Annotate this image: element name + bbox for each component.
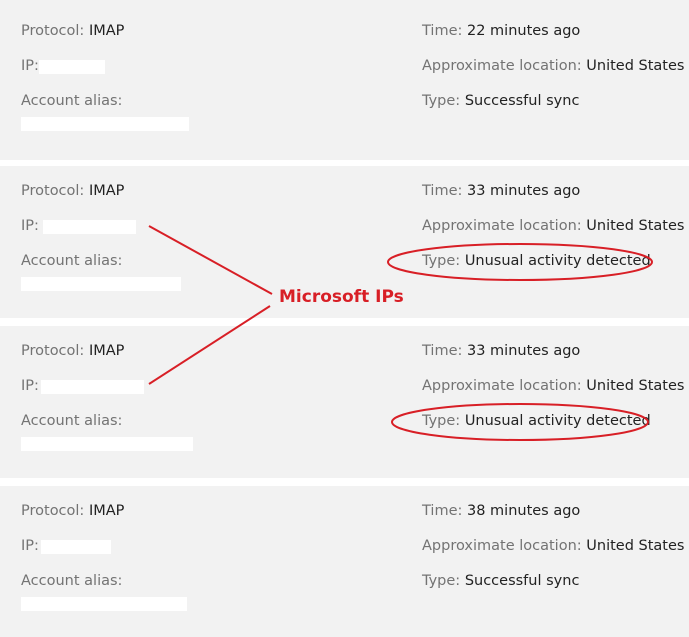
activity-entry[interactable]: Protocol: IMAP IP: Account alias: Time: … bbox=[0, 326, 689, 478]
protocol-row: Protocol: IMAP bbox=[21, 182, 124, 200]
time-value: 33 minutes ago bbox=[466, 343, 581, 359]
protocol-value: IMAP bbox=[88, 23, 125, 39]
account-alias-label: Account alias: bbox=[21, 413, 123, 429]
ip-redaction bbox=[39, 60, 105, 74]
ip-row: IP: bbox=[21, 57, 39, 75]
time-label: Time: bbox=[422, 503, 463, 519]
ip-row: IP: bbox=[21, 217, 39, 235]
protocol-row: Protocol: IMAP bbox=[21, 342, 124, 360]
time-row: Time: 22 minutes ago bbox=[422, 22, 580, 40]
type-value: Successful sync bbox=[464, 93, 580, 109]
type-row: Type: Successful sync bbox=[422, 92, 579, 110]
type-value: Successful sync bbox=[464, 573, 580, 589]
protocol-value: IMAP bbox=[88, 183, 125, 199]
annotation-label: Microsoft IPs bbox=[279, 287, 404, 307]
time-row: Time: 33 minutes ago bbox=[422, 342, 580, 360]
location-value: United States bbox=[586, 218, 685, 234]
time-label: Time: bbox=[422, 343, 463, 359]
location-label: Approximate location: bbox=[422, 378, 582, 394]
account-alias-row: Account alias: bbox=[21, 92, 122, 110]
time-label: Time: bbox=[422, 23, 463, 39]
time-value: 38 minutes ago bbox=[466, 503, 581, 519]
protocol-label: Protocol: bbox=[21, 503, 85, 519]
type-value: Unusual activity detected bbox=[464, 413, 651, 429]
account-alias-row: Account alias: bbox=[21, 412, 122, 430]
location-row: Approximate location: United States bbox=[422, 537, 684, 555]
account-alias-redaction bbox=[21, 597, 187, 611]
protocol-label: Protocol: bbox=[21, 23, 85, 39]
time-value: 33 minutes ago bbox=[466, 183, 581, 199]
ip-label: IP: bbox=[21, 58, 39, 74]
ip-row: IP: bbox=[21, 537, 39, 555]
account-alias-redaction bbox=[21, 117, 189, 131]
type-label: Type: bbox=[422, 253, 461, 269]
protocol-value: IMAP bbox=[88, 343, 125, 359]
ip-label: IP: bbox=[21, 538, 39, 554]
activity-entry[interactable]: Protocol: IMAP IP: Account alias: Time: … bbox=[0, 0, 689, 160]
location-value: United States bbox=[586, 378, 685, 394]
time-row: Time: 33 minutes ago bbox=[422, 182, 580, 200]
location-row: Approximate location: United States bbox=[422, 57, 684, 75]
type-row: Type: Unusual activity detected bbox=[422, 412, 651, 430]
account-alias-row: Account alias: bbox=[21, 572, 122, 590]
time-label: Time: bbox=[422, 183, 463, 199]
account-alias-label: Account alias: bbox=[21, 253, 123, 269]
protocol-label: Protocol: bbox=[21, 343, 85, 359]
type-label: Type: bbox=[422, 93, 461, 109]
account-alias-row: Account alias: bbox=[21, 252, 122, 270]
type-value: Unusual activity detected bbox=[464, 253, 651, 269]
type-label: Type: bbox=[422, 413, 461, 429]
time-row: Time: 38 minutes ago bbox=[422, 502, 580, 520]
ip-redaction bbox=[41, 380, 144, 394]
location-label: Approximate location: bbox=[422, 538, 582, 554]
location-value: United States bbox=[586, 538, 685, 554]
type-row: Type: Unusual activity detected bbox=[422, 252, 651, 270]
location-value: United States bbox=[586, 58, 685, 74]
protocol-label: Protocol: bbox=[21, 183, 85, 199]
location-row: Approximate location: United States bbox=[422, 377, 684, 395]
ip-label: IP: bbox=[21, 378, 39, 394]
location-row: Approximate location: United States bbox=[422, 217, 684, 235]
account-alias-label: Account alias: bbox=[21, 93, 123, 109]
ip-label: IP: bbox=[21, 218, 39, 234]
protocol-value: IMAP bbox=[88, 503, 125, 519]
activity-entry[interactable]: Protocol: IMAP IP: Account alias: Time: … bbox=[0, 486, 689, 637]
ip-redaction bbox=[41, 540, 111, 554]
account-alias-redaction bbox=[21, 277, 181, 291]
time-value: 22 minutes ago bbox=[466, 23, 581, 39]
account-alias-label: Account alias: bbox=[21, 573, 123, 589]
ip-row: IP: bbox=[21, 377, 39, 395]
location-label: Approximate location: bbox=[422, 218, 582, 234]
type-label: Type: bbox=[422, 573, 461, 589]
protocol-row: Protocol: IMAP bbox=[21, 502, 124, 520]
ip-redaction bbox=[43, 220, 136, 234]
account-alias-redaction bbox=[21, 437, 193, 451]
recent-activity-page: Protocol: IMAP IP: Account alias: Time: … bbox=[0, 0, 689, 637]
protocol-row: Protocol: IMAP bbox=[21, 22, 124, 40]
type-row: Type: Successful sync bbox=[422, 572, 579, 590]
location-label: Approximate location: bbox=[422, 58, 582, 74]
